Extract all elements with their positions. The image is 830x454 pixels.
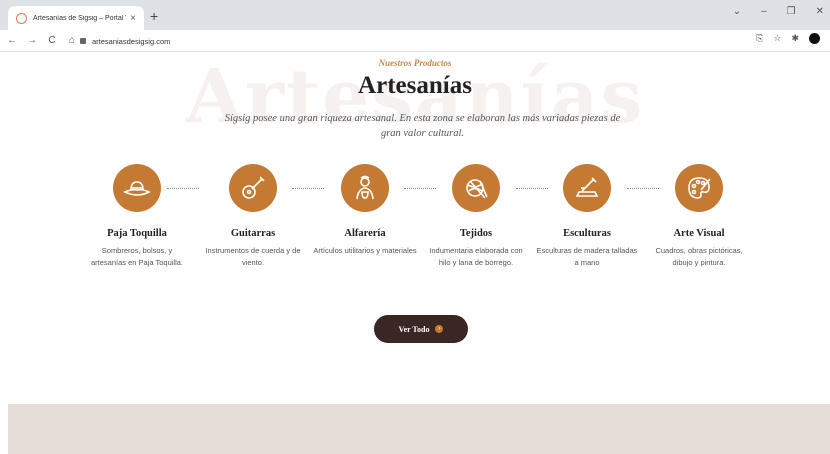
browser-tab-bar: Artesanías de Sigsig – Portal Vir × + ⌄ … <box>0 0 830 30</box>
extensions-icon[interactable]: ✱ <box>791 33 799 44</box>
product-title: Arte Visual <box>673 228 725 239</box>
ver-todo-button[interactable]: Ver Todo › <box>374 315 468 343</box>
arrow-right-icon: › <box>435 325 444 333</box>
section-intro: Sígsig posee una gran riqueza artesanal.… <box>224 113 621 139</box>
reload-icon[interactable]: C <box>44 35 60 46</box>
section-subtitle: Nuestros Productos <box>378 58 452 68</box>
share-icon[interactable]: ⎘ <box>756 33 763 44</box>
home-icon[interactable]: ⌂ <box>64 35 80 46</box>
palette-icon <box>688 177 711 199</box>
sculpture-icon <box>575 177 599 197</box>
profile-avatar[interactable] <box>809 33 820 44</box>
back-icon[interactable]: ← <box>4 35 20 46</box>
product-description: Cuadros, obras pictóricas, dibujo y pint… <box>655 246 743 267</box>
bookmark-star-icon[interactable]: ☆ <box>773 33 781 44</box>
product-item-arte-visual[interactable]: Arte Visual Cuadros, obras pictóricas, d… <box>624 164 774 269</box>
close-window-button[interactable]: ✕ <box>816 6 824 17</box>
browser-tab[interactable]: Artesanías de Sigsig – Portal Vir × <box>8 6 144 30</box>
section-title: Artesanías <box>358 72 472 99</box>
product-icon-circle[interactable] <box>341 164 389 212</box>
yarn-icon <box>466 179 488 199</box>
hat-icon <box>123 181 151 196</box>
omnibox[interactable]: artesaniasdesigsig.com <box>80 33 740 49</box>
toolbar-icons: ⎘ ☆ ✱ <box>756 33 820 44</box>
next-section-band <box>8 404 830 454</box>
address-bar: ← → C ⌂ artesaniasdesigsig.com ⎘ ☆ ✱ <box>0 30 830 52</box>
guitar-icon <box>242 176 265 199</box>
ver-todo-label: Ver Todo <box>398 324 430 334</box>
product-icon-circle[interactable] <box>675 164 723 212</box>
product-icon-circle[interactable] <box>563 164 611 212</box>
tab-search-icon[interactable]: ⌄ <box>733 6 741 17</box>
new-tab-button[interactable]: + <box>150 8 158 24</box>
product-icon-circle[interactable] <box>113 164 161 212</box>
restore-button[interactable]: ❐ <box>787 6 796 17</box>
close-tab-icon[interactable]: × <box>130 13 136 24</box>
forward-icon[interactable]: → <box>24 35 40 46</box>
minimize-button[interactable]: – <box>761 6 767 17</box>
product-icon-circle[interactable] <box>452 164 500 212</box>
favicon-icon <box>16 12 27 24</box>
lock-icon[interactable] <box>80 38 86 44</box>
page-content: Artesanías Nuestros Productos Artesanías… <box>0 52 830 454</box>
url-text[interactable]: artesaniasdesigsig.com <box>92 37 170 46</box>
product-icon-circle[interactable] <box>229 164 277 212</box>
window-controls: ⌄ – ❐ ✕ <box>733 6 824 17</box>
potter-icon <box>356 175 374 200</box>
tab-title: Artesanías de Sigsig – Portal Vir <box>33 14 127 22</box>
